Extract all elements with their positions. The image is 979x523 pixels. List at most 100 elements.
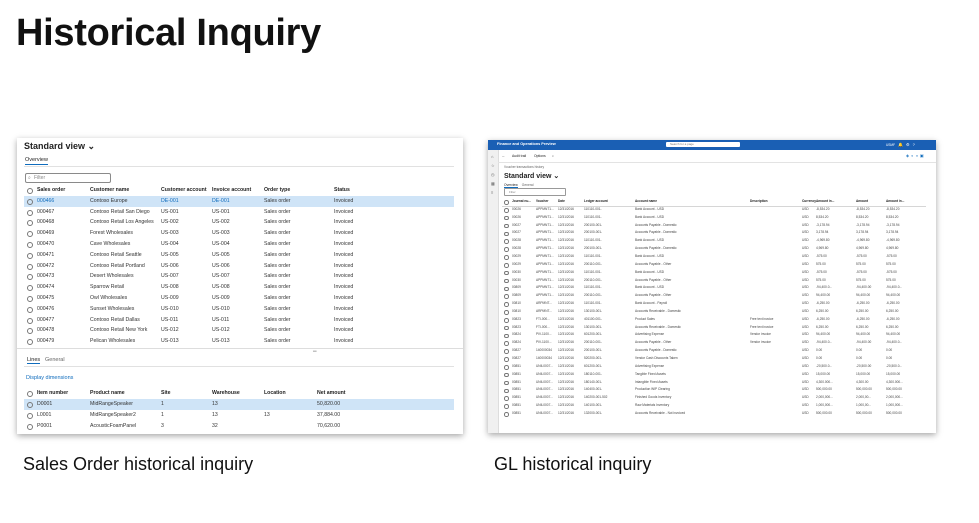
column-header[interactable]: Sales order (37, 185, 65, 196)
table-row[interactable]: 000479 Pelican Wholesales US-013 US-013 Sale… (24, 336, 454, 347)
row-select-radio[interactable] (27, 263, 33, 270)
column-header[interactable]: Voucher (536, 198, 549, 206)
row-select-radio[interactable] (27, 413, 33, 419)
table-row[interactable]: 00851 UNIL0007... 12/31/2016 601200-001- Adv… (502, 363, 926, 371)
splitter[interactable] (17, 348, 463, 349)
select-all-radio[interactable] (27, 391, 33, 397)
select-all-radio[interactable] (27, 188, 33, 194)
row-select-radio[interactable] (504, 380, 509, 386)
table-row[interactable]: 00809 APPMNT1... 12/31/2016 200110-001- Acco… (502, 292, 926, 300)
so-tab-overview[interactable]: Overview (25, 157, 48, 165)
table-row[interactable]: 00851 UNIL0007... 12/31/2016 140400-001- Pro… (502, 386, 926, 394)
gl-tab-general[interactable]: General (522, 183, 534, 187)
options-button[interactable]: Options (534, 154, 546, 158)
table-row[interactable]: 000476 Sunset Wholesales US-010 US-010 Sales… (24, 304, 454, 315)
grid-icon[interactable]: ▦ (491, 181, 495, 186)
home-icon[interactable]: ⌂ (491, 154, 493, 159)
gl-view-title[interactable]: Standard view ⌄ (504, 172, 559, 180)
column-header[interactable]: Account name (635, 198, 657, 206)
row-select-radio[interactable] (27, 274, 33, 281)
row-select-radio[interactable] (504, 247, 509, 252)
table-row[interactable]: 000472 Contoso Retail Portland US-006 US-00… (24, 261, 454, 272)
table-row[interactable]: 000467 Contoso Retail San Diego US-001 US-0… (24, 207, 454, 218)
table-row[interactable]: 00029 APPMNT1... 12/31/2016 110110-001- Bank… (502, 253, 926, 261)
table-row[interactable]: 00809 APPMNT1... 12/31/2016 110110-001- Bank… (502, 284, 926, 292)
tab-lines[interactable]: Lines (27, 357, 41, 364)
row-select-radio[interactable] (504, 412, 509, 417)
search-icon[interactable]: ⌕ (552, 154, 554, 158)
display-dimensions-link[interactable]: Display dimensions (26, 375, 73, 381)
table-row[interactable]: 000478 Contoso Retail New York US-012 US-01… (24, 325, 454, 336)
row-select-radio[interactable] (504, 294, 509, 299)
column-header[interactable]: Customer name (90, 185, 129, 196)
column-header[interactable]: Amount in... (816, 198, 834, 206)
table-row[interactable]: 00851 UNIL0007... 12/31/2016 180140-001- Int… (502, 379, 926, 387)
column-header[interactable]: Item number (37, 388, 68, 399)
row-select-radio[interactable] (504, 396, 509, 402)
table-row[interactable]: 00027 APPMNT1... 12/31/2016 200100-001- Acco… (502, 229, 926, 237)
table-row[interactable]: 00827 140000034 12/31/2016 520200-001- Vendo… (502, 355, 926, 363)
back-icon[interactable]: ← (502, 154, 505, 158)
table-row[interactable]: 00851 UNIL0007... 12/31/2016 132000-001- Acc… (502, 410, 926, 418)
row-select-radio[interactable] (27, 317, 33, 324)
row-select-radio[interactable] (27, 402, 33, 408)
table-row[interactable]: 00851 UNIL0007... 12/31/2016 180110-001- Tan… (502, 371, 926, 379)
so-view-title[interactable]: Standard view ⌄ (24, 141, 95, 152)
row-select-radio[interactable] (504, 365, 509, 370)
row-select-radio[interactable] (504, 302, 509, 307)
gl-filter-input[interactable]: Filter (504, 188, 566, 196)
table-row[interactable]: 00026 APPMNT1... 12/31/2016 110110-001- Bank… (502, 214, 926, 222)
row-select-radio[interactable] (504, 255, 509, 260)
row-select-radio[interactable] (27, 296, 33, 302)
table-row[interactable]: 00028 APPMNT1... 12/31/2016 110110-001- Bank… (502, 237, 926, 245)
column-header[interactable]: Location (264, 388, 286, 399)
column-header[interactable]: Site (161, 388, 171, 399)
column-header[interactable]: Amount in... (886, 198, 904, 206)
table-row[interactable]: 000474 Sparrow Retail US-008 US-008 Sales or… (24, 282, 454, 293)
row-select-radio[interactable] (27, 424, 33, 430)
row-select-radio[interactable] (504, 310, 509, 315)
row-select-radio[interactable] (504, 404, 509, 409)
row-select-radio[interactable] (27, 339, 33, 346)
table-row[interactable]: 000469 Forest Wholesales US-003 US-003 Sales… (24, 228, 454, 239)
row-select-radio[interactable] (504, 333, 509, 339)
column-header[interactable]: Order type (264, 185, 290, 196)
row-select-radio[interactable] (504, 215, 509, 221)
page-action-icons[interactable]: ◈◐◑▣ (906, 153, 926, 158)
row-select-radio[interactable] (27, 231, 33, 238)
table-row[interactable]: 00851 UNIL0007... 12/31/2016 140200-001-502… (502, 394, 926, 402)
table-row[interactable]: 000470 Cave Wholesales US-004 US-004 Sales o… (24, 239, 454, 250)
row-select-radio[interactable] (504, 231, 509, 237)
table-row[interactable]: 00827 140000034 12/31/2016 200100-001- Accou… (502, 347, 926, 355)
table-row[interactable]: 00823 FTI-000... 12/31/2016 401100-001- Prod… (502, 316, 926, 324)
column-header[interactable]: Warehouse (212, 388, 240, 399)
row-select-radio[interactable] (504, 278, 509, 284)
column-header[interactable]: Currency (802, 198, 816, 206)
clock-icon[interactable]: ◷ (491, 172, 495, 177)
so-filter-input[interactable]: ⌕ Filter (25, 173, 111, 183)
company-picker[interactable]: USMF (886, 143, 895, 147)
table-row[interactable]: 00851 UNIL0007... 12/31/2016 140100-001- Raw… (502, 402, 926, 410)
row-select-radio[interactable] (27, 285, 33, 292)
column-header[interactable]: Invoice account (212, 185, 251, 196)
column-header[interactable]: Journal nu... (512, 198, 531, 206)
table-row[interactable]: 00030 APPMNT1... 12/31/2016 200110-001- Acco… (502, 277, 926, 285)
table-row[interactable]: D0001 MidRangeSpeaker 1 13 50,820.00 (24, 399, 454, 410)
gear-icon[interactable]: ⚙ (906, 142, 913, 147)
table-row[interactable]: 000468 Contoso Retail Los Angeles US-002 US… (24, 217, 454, 228)
row-select-radio[interactable] (27, 328, 33, 335)
column-header[interactable]: Description (750, 198, 768, 206)
splitter-handle-icon[interactable]: ═ (313, 349, 317, 355)
row-select-radio[interactable] (27, 220, 33, 227)
table-row[interactable]: 00823 FTI-000... 12/31/2016 130100-001- Acco… (502, 324, 926, 332)
row-select-radio[interactable] (27, 198, 33, 205)
column-header[interactable]: Product name (90, 388, 125, 399)
table-row[interactable]: 00824 PIV-1100... 12/31/2016 200110-001- Acc… (502, 339, 926, 347)
row-select-radio[interactable] (504, 270, 509, 276)
row-select-radio[interactable] (27, 209, 33, 216)
table-row[interactable]: 000473 Desert Wholesales US-007 US-007 Sales… (24, 271, 454, 282)
column-header[interactable]: Amount (856, 198, 868, 206)
row-select-radio[interactable] (504, 325, 509, 331)
row-select-radio[interactable] (504, 317, 509, 323)
column-header[interactable]: Date (558, 198, 565, 206)
